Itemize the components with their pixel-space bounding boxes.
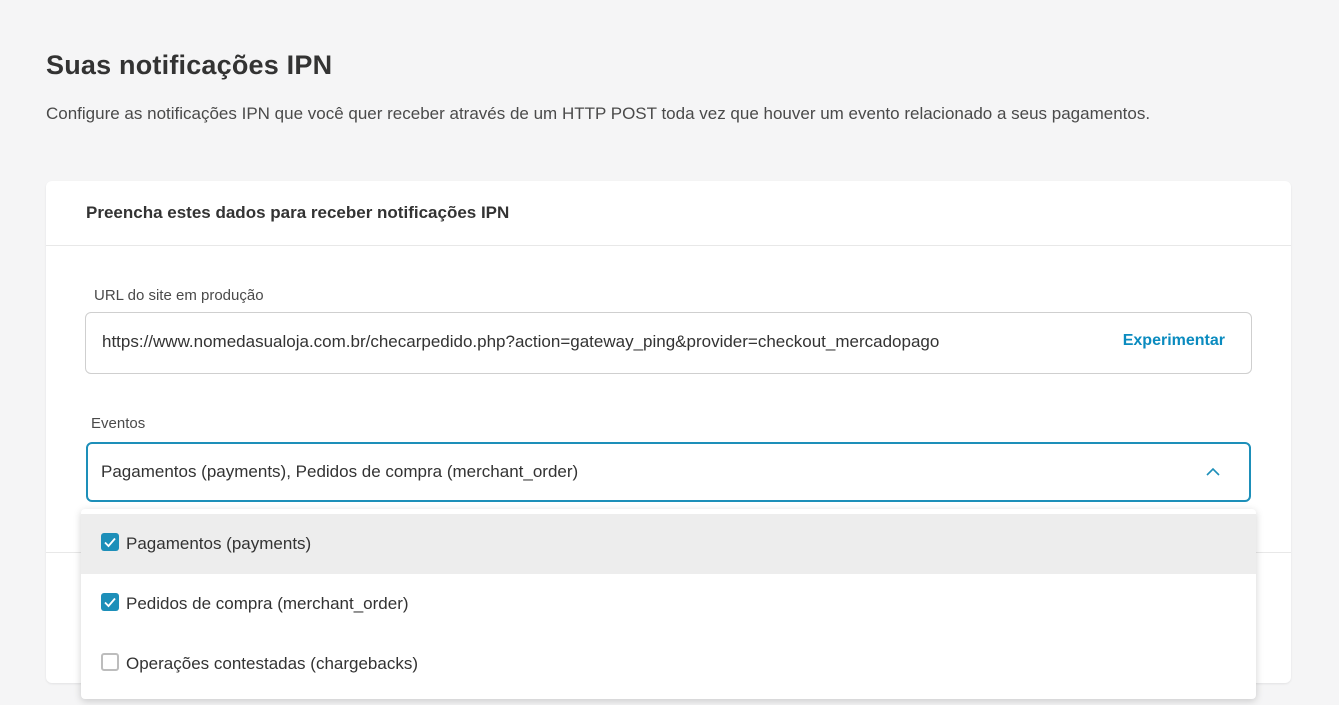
option-chargebacks[interactable]: Operações contestadas (chargebacks)	[81, 634, 1256, 694]
page-title: Suas notificações IPN	[46, 50, 333, 80]
option-payments[interactable]: Pagamentos (payments)	[81, 514, 1256, 574]
option-label: Pedidos de compra (merchant_order)	[126, 594, 409, 613]
url-input[interactable]: https://www.nomedasualoja.com.br/checarp…	[85, 312, 1252, 374]
card-header: Preencha estes dados para receber notifi…	[46, 181, 1291, 246]
option-label: Operações contestadas (chargebacks)	[126, 654, 418, 673]
events-select[interactable]: Pagamentos (payments), Pedidos de compra…	[86, 442, 1251, 502]
events-dropdown: Pagamentos (payments) Pedidos de compra …	[81, 509, 1256, 699]
url-label: URL do site em produção	[94, 287, 264, 304]
option-merchant-order[interactable]: Pedidos de compra (merchant_order)	[81, 574, 1256, 634]
checkbox-checked-icon[interactable]	[101, 593, 119, 611]
page-description: Configure as notificações IPN que você q…	[46, 104, 1151, 123]
url-value[interactable]: https://www.nomedasualoja.com.br/checarp…	[102, 332, 939, 352]
try-button[interactable]: Experimentar	[1123, 332, 1225, 350]
events-label: Eventos	[91, 415, 146, 432]
events-selected-value: Pagamentos (payments), Pedidos de compra…	[101, 462, 579, 481]
chevron-up-icon[interactable]	[1205, 464, 1221, 480]
option-label: Pagamentos (payments)	[126, 534, 312, 553]
checkbox-empty-icon[interactable]	[101, 653, 119, 671]
checkbox-checked-icon[interactable]	[101, 533, 119, 551]
